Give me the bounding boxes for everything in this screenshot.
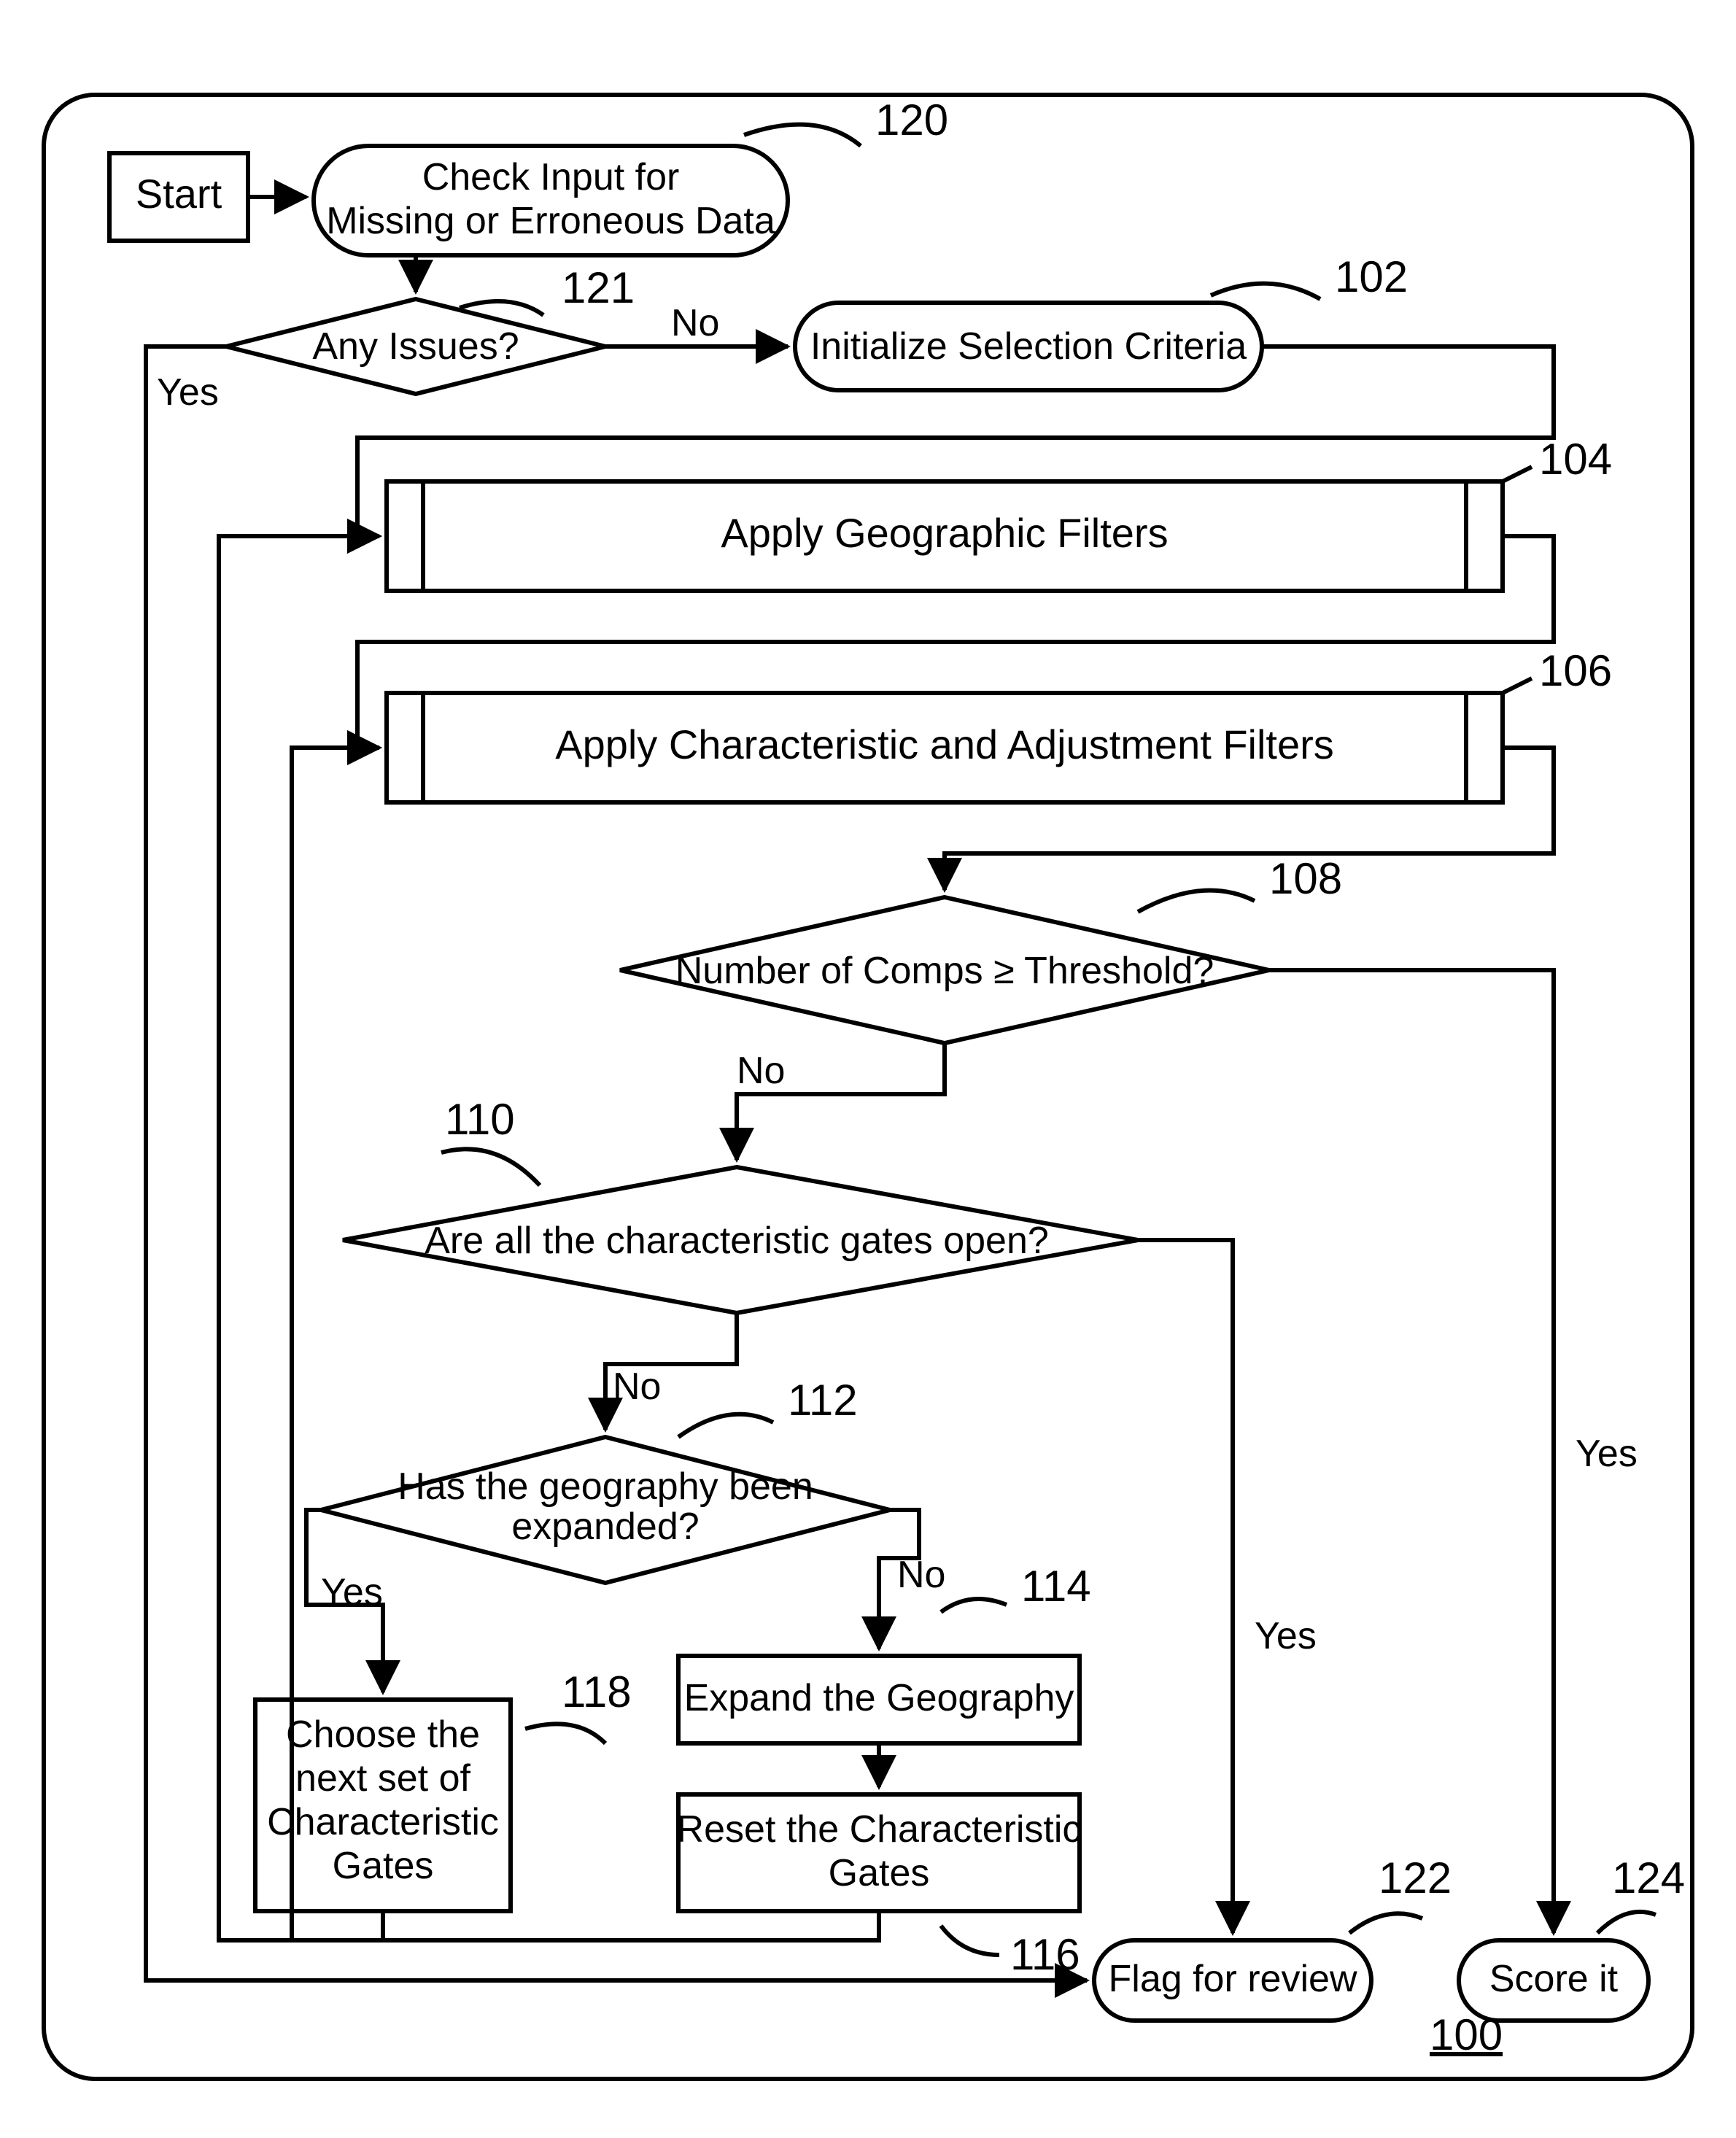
node-116-text-l2: Gates: [829, 1852, 930, 1894]
node-112-text-l2: expanded?: [511, 1506, 699, 1548]
label-118: 118: [562, 1668, 632, 1716]
node-118-text-l1: Choose the: [286, 1713, 480, 1756]
label-116: 116: [1010, 1930, 1080, 1979]
label-108: 108: [1269, 854, 1342, 903]
edge-108-110-label: No: [737, 1050, 785, 1092]
edge-121-122-label: Yes: [157, 371, 219, 414]
node-124-text: Score it: [1489, 1958, 1619, 2000]
label-112: 112: [788, 1376, 858, 1425]
label-106: 106: [1539, 646, 1612, 695]
edge-112-118-label: Yes: [321, 1571, 383, 1614]
edge-112-114-label: No: [897, 1554, 945, 1596]
node-120-text-l2: Missing or Erroneous Data: [326, 200, 775, 242]
flowchart-canvas: Start Check Input for Missing or Erroneo…: [0, 0, 1736, 2138]
label-102: 102: [1335, 252, 1408, 301]
node-118-text-l2: next set of: [295, 1757, 470, 1800]
node-118-text-l3: Characteristic: [267, 1801, 499, 1843]
node-121-text: Any Issues?: [312, 325, 519, 368]
label-120: 120: [875, 96, 948, 144]
node-104-text: Apply Geographic Filters: [721, 510, 1168, 556]
label-124: 124: [1612, 1854, 1685, 1902]
node-116-text-l1: Reset the Characteristic: [677, 1808, 1082, 1851]
label-110: 110: [445, 1095, 515, 1144]
edge-108-124-label: Yes: [1576, 1433, 1638, 1475]
edge-110-112-label: No: [613, 1366, 661, 1408]
edge-110-122-label: Yes: [1255, 1615, 1317, 1657]
node-108-text: Number of Comps ≥ Threshold?: [675, 950, 1214, 992]
label-104: 104: [1539, 435, 1612, 484]
label-114: 114: [1021, 1562, 1091, 1611]
label-122: 122: [1379, 1854, 1452, 1902]
node-106-text: Apply Characteristic and Adjustment Filt…: [555, 721, 1334, 767]
node-122-text: Flag for review: [1109, 1958, 1357, 2000]
edge-121-102-label: No: [671, 302, 719, 344]
label-100: 100: [1430, 2010, 1503, 2059]
start-text: Start: [136, 171, 222, 217]
node-120-text-l1: Check Input for: [422, 156, 680, 198]
node-102-text: Initialize Selection Criteria: [810, 325, 1247, 368]
node-118-text-l4: Gates: [333, 1845, 434, 1887]
label-121: 121: [562, 263, 635, 312]
node-112-text-l1: Has the geography been: [398, 1465, 813, 1508]
node-110-text: Are all the characteristic gates open?: [425, 1220, 1049, 1262]
node-114-text: Expand the Geography: [684, 1677, 1074, 1719]
